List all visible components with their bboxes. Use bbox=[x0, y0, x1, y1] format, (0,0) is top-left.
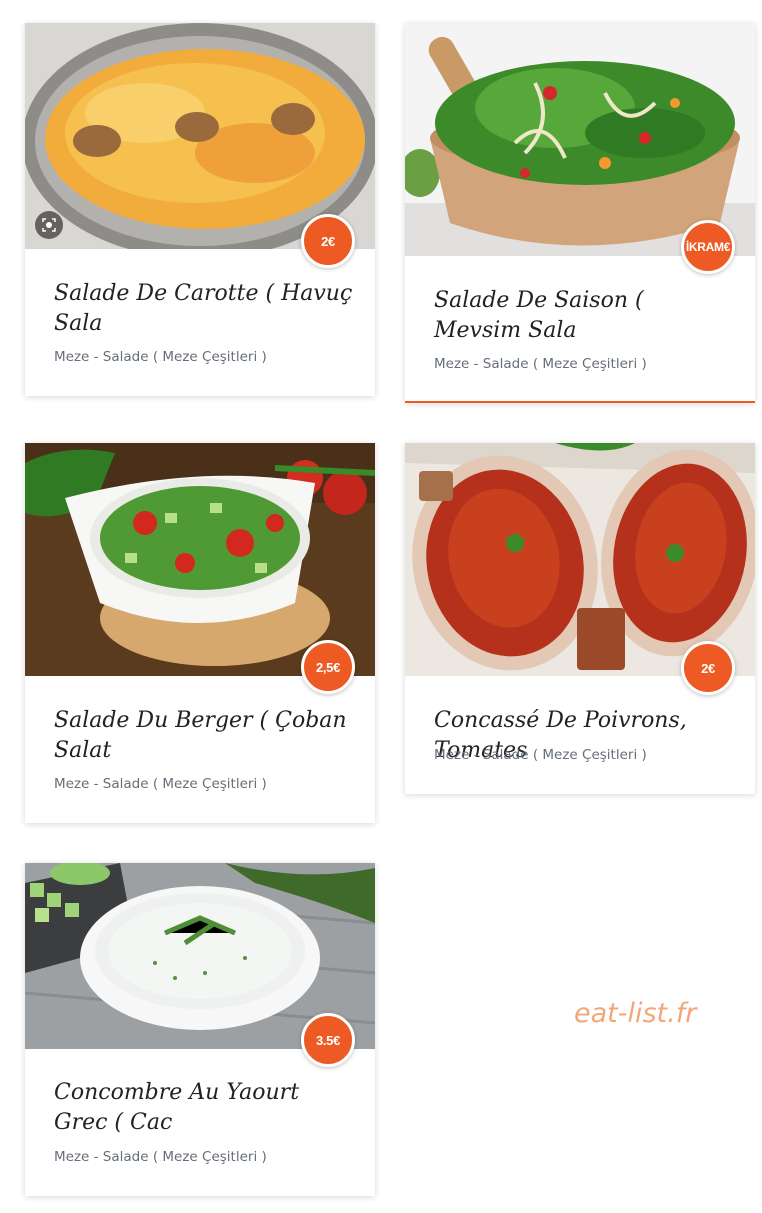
item-category: Meze - Salade ( Meze Çeşitleri ) bbox=[54, 776, 267, 792]
item-category: Meze - Salade ( Meze Çeşitleri ) bbox=[434, 747, 647, 763]
item-category: Meze - Salade ( Meze Çeşitleri ) bbox=[54, 1149, 267, 1165]
menu-card[interactable]: 2,5€ Salade Du Berger ( Çoban Salat Meze… bbox=[25, 443, 375, 823]
visual-search-icon[interactable] bbox=[35, 211, 63, 239]
price-badge: İKRAM€ bbox=[681, 220, 735, 274]
item-title[interactable]: Concombre Au Yaourt Grec ( Cac bbox=[54, 1078, 353, 1138]
price-badge: 2€ bbox=[301, 214, 355, 268]
item-title[interactable]: Salade Du Berger ( Çoban Salat bbox=[54, 706, 353, 766]
menu-card[interactable]: 2€ Concassé De Poivrons, Tomates Meze - … bbox=[405, 443, 755, 794]
price-badge: 3.5€ bbox=[301, 1013, 355, 1067]
item-category: Meze - Salade ( Meze Çeşitleri ) bbox=[434, 356, 647, 372]
price-badge: 2€ bbox=[681, 641, 735, 695]
site-watermark: eat-list.fr bbox=[574, 998, 697, 1029]
item-title[interactable]: Salade De Saison ( Mevsim Sala bbox=[434, 286, 733, 346]
menu-card[interactable]: 2€ Salade De Carotte ( Havuç Sala Meze -… bbox=[25, 23, 375, 396]
menu-card[interactable]: 3.5€ Concombre Au Yaourt Grec ( Cac Meze… bbox=[25, 863, 375, 1196]
item-title[interactable]: Salade De Carotte ( Havuç Sala bbox=[54, 279, 353, 339]
item-category: Meze - Salade ( Meze Çeşitleri ) bbox=[54, 349, 267, 365]
card-active-underline bbox=[405, 401, 755, 403]
price-badge: 2,5€ bbox=[301, 640, 355, 694]
menu-card[interactable]: İKRAM€ Salade De Saison ( Mevsim Sala Me… bbox=[405, 23, 755, 403]
